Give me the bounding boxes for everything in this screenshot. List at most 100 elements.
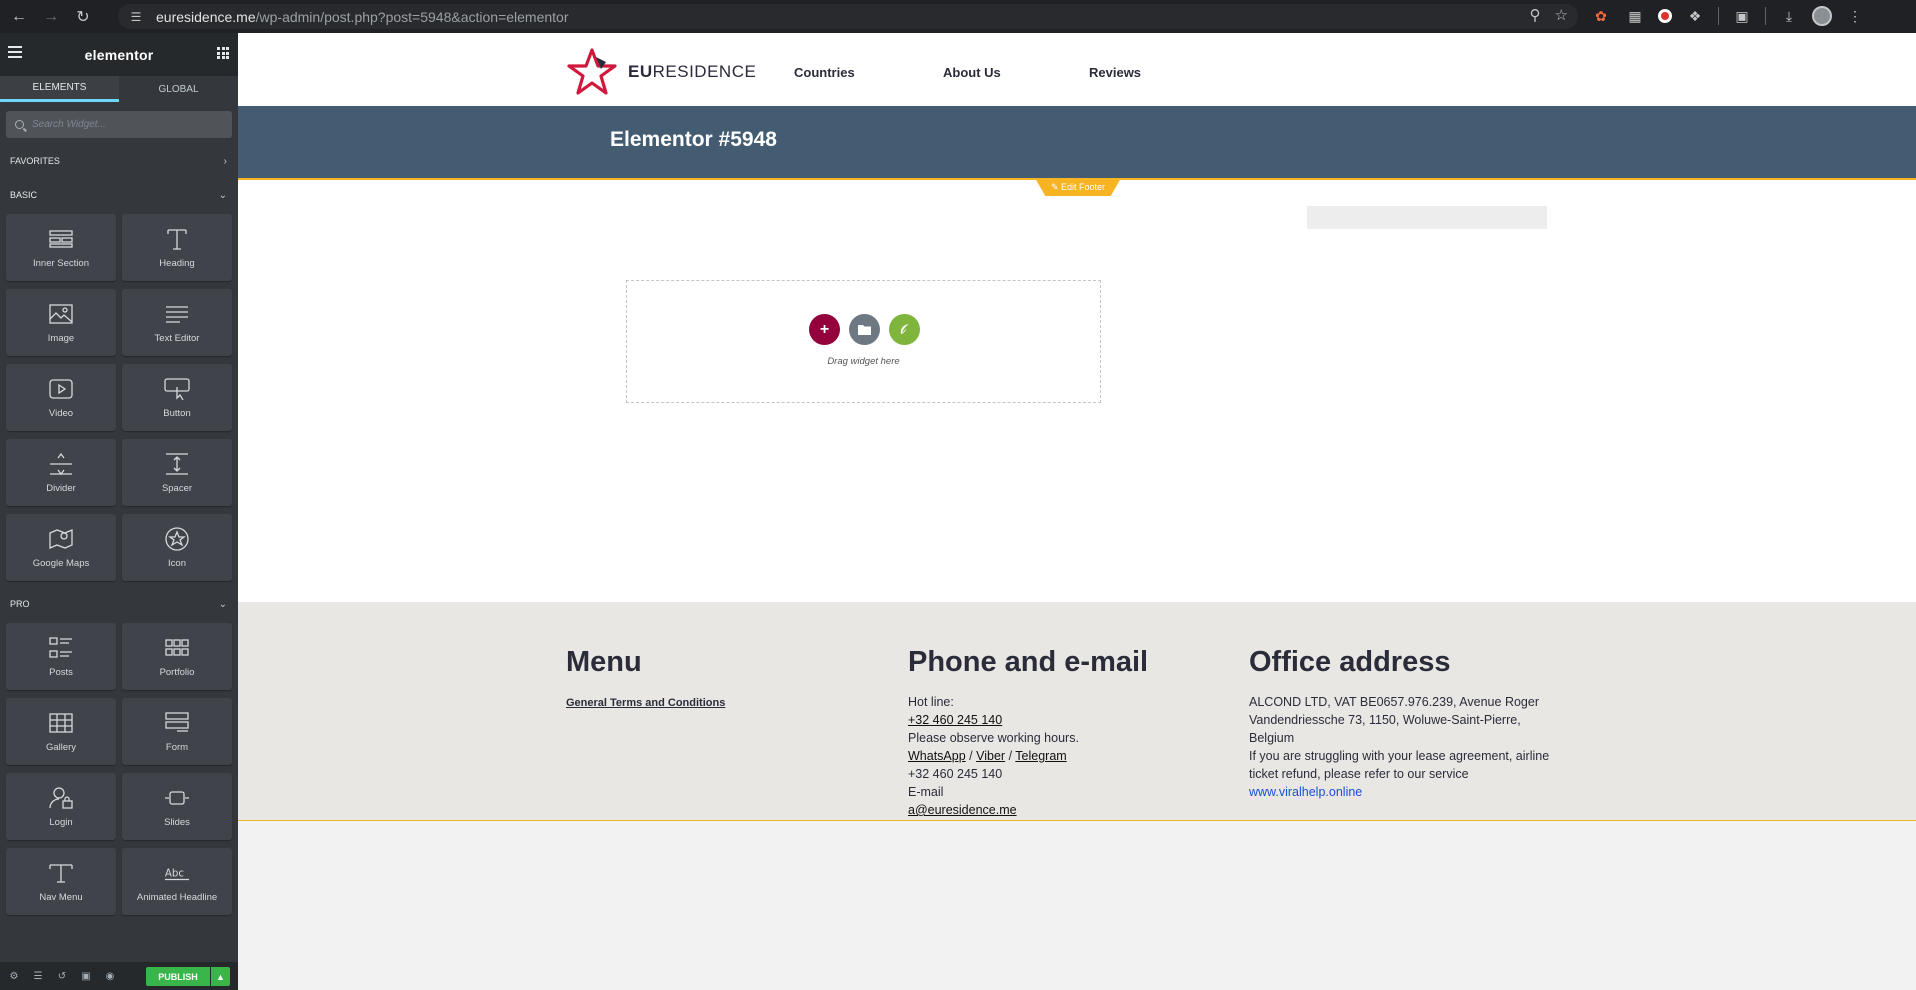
settings-gear-icon[interactable]: ⚙ [7,969,21,983]
terms-link[interactable]: General Terms and Conditions [566,697,725,709]
widget-heading[interactable]: Heading [122,214,232,281]
widgets-grid-icon[interactable] [217,47,229,59]
responsive-mode-icon[interactable]: ▣ [79,969,93,983]
preview-eye-icon[interactable]: ◉ [103,969,117,983]
site-settings-icon[interactable]: ☰ [126,7,146,27]
menu-item-about-us[interactable]: About Us [943,65,1001,80]
cookie-extension-icon[interactable]: ✿ [1590,5,1612,27]
widget-label: Portfolio [159,667,195,678]
downloads-icon[interactable]: ⤓ [1778,5,1800,27]
back-icon[interactable]: ← [6,4,32,30]
email-link[interactable]: a@euresidence.me [908,801,1148,819]
site-logo[interactable]: EURESIDENCE [566,47,756,97]
footer-contact-heading: Phone and e-mail [908,646,1149,678]
address-bar[interactable]: ☰ euresidence.me/wp-admin/post.php?post=… [118,4,1578,29]
hamburger-menu-icon[interactable] [8,46,22,58]
spacer-icon [164,451,190,477]
widget-label: Nav Menu [39,892,83,903]
navigator-layers-icon[interactable]: ☰ [31,969,45,983]
profile-avatar[interactable] [1812,6,1832,26]
star-icon [164,526,190,552]
widget-label: Animated Headline [136,892,218,903]
working-hours-note: Please observe working hours. [908,731,1079,745]
viralhelp-link[interactable]: www.viralhelp.online [1249,783,1549,801]
url-text[interactable]: euresidence.me/wp-admin/post.php?post=59… [156,9,569,25]
gallery-icon [48,710,74,736]
widget-video[interactable]: Video [6,364,116,431]
svg-text:Abc: Abc [165,869,184,880]
reload-icon[interactable]: ↻ [70,4,96,30]
widget-nav-menu[interactable]: Nav Menu [6,848,116,915]
zoom-icon[interactable]: ⚲ [1530,6,1541,24]
widget-label: Form [165,742,189,753]
category-basic[interactable]: BASIC ⌄ [0,180,238,210]
widget-image[interactable]: Image [6,289,116,356]
category-favorites[interactable]: FAVORITES › [0,146,238,176]
widget-text-editor[interactable]: Text Editor [122,289,232,356]
category-pro[interactable]: PRO ⌄ [0,589,238,619]
widget-search-input[interactable] [32,119,212,130]
qr-extension-icon[interactable]: ▦ [1624,5,1646,27]
google-maps-icon [48,526,74,552]
extensions-puzzle-icon[interactable]: ❖ [1684,5,1706,27]
pro-widgets-grid: Posts Portfolio Gallery Form Login Slides Nav … [0,619,238,923]
office-note-line: ticket refund, please refer to our servi… [1249,767,1469,781]
elementor-panel: elementor ELEMENTS GLOBAL FAVORITES › BA… [0,33,238,990]
envato-kit-button[interactable] [889,314,920,345]
forward-icon[interactable]: → [38,4,64,30]
panel-footer: ⚙ ☰ ↺ ▣ ◉ PUBLISH ▲ [0,962,238,990]
widget-slides[interactable]: Slides [122,773,232,840]
category-label: PRO [10,599,30,609]
browser-toolbar: ← → ↻ ☰ euresidence.me/wp-admin/post.php… [0,0,1916,33]
login-icon [48,785,74,811]
widget-label: Google Maps [32,558,90,569]
footer-contact-column: Phone and e-mail Hot line: +32 460 245 1… [908,646,1149,819]
screenshot-extension-icon[interactable]: ▣ [1731,5,1753,27]
widget-form[interactable]: Form [122,698,232,765]
star-logo-icon [567,48,617,95]
whatsapp-link[interactable]: WhatsApp [908,749,966,763]
browser-menu-icon[interactable]: ⋮ [1844,5,1866,27]
add-section-button[interactable]: + [809,314,840,345]
email-label: E-mail [908,785,944,799]
widget-portfolio[interactable]: Portfolio [122,623,232,690]
publish-options-caret-icon[interactable]: ▲ [211,967,230,986]
widget-login[interactable]: Login [6,773,116,840]
tab-global[interactable]: GLOBAL [119,76,238,102]
widget-spacer[interactable]: Spacer [122,439,232,506]
add-template-button[interactable] [849,314,880,345]
widget-label: Divider [46,483,76,494]
widget-label: Heading [159,258,195,269]
panel-tabs: ELEMENTS GLOBAL [0,76,238,102]
editor-preview: EURESIDENCE Countries About Us Reviews E… [238,33,1916,990]
posts-icon [48,635,74,661]
widget-inner-section[interactable]: Inner Section [6,214,116,281]
page-title: Elementor #5948 [610,128,777,151]
edit-footer-button[interactable]: ✎ Edit Footer [1035,178,1121,196]
menu-item-reviews[interactable]: Reviews [1089,65,1141,80]
tab-elements[interactable]: ELEMENTS [0,76,119,102]
widget-button[interactable]: Button [122,364,232,431]
menu-item-countries[interactable]: Countries [794,65,855,80]
publish-button[interactable]: PUBLISH [146,967,210,986]
widget-gallery[interactable]: Gallery [6,698,116,765]
empty-section-drop-zone[interactable]: + Drag widget here [626,280,1101,403]
widget-icon[interactable]: Icon [122,514,232,581]
widget-label: Text Editor [154,333,200,344]
bookmark-star-icon[interactable]: ☆ [1555,6,1568,24]
widget-label: Icon [168,558,186,569]
widget-google-maps[interactable]: Google Maps [6,514,116,581]
widget-divider[interactable]: Divider [6,439,116,506]
animated-headline-icon: Abc [164,860,190,886]
viber-link[interactable]: Viber [976,749,1005,763]
hotline-phone-link[interactable]: +32 460 245 140 [908,711,1148,729]
widget-animated-headline[interactable]: Abc Animated Headline [122,848,232,915]
footer-menu-heading: Menu [566,646,642,678]
telegram-link[interactable]: Telegram [1015,749,1066,763]
history-icon[interactable]: ↺ [55,969,69,983]
footer-office-column: Office address ALCOND LTD, VAT BE0657.97… [1249,646,1549,801]
widget-posts[interactable]: Posts [6,623,116,690]
record-extension-icon[interactable] [1658,9,1672,23]
form-icon [164,710,190,736]
widget-label: Posts [49,667,73,678]
